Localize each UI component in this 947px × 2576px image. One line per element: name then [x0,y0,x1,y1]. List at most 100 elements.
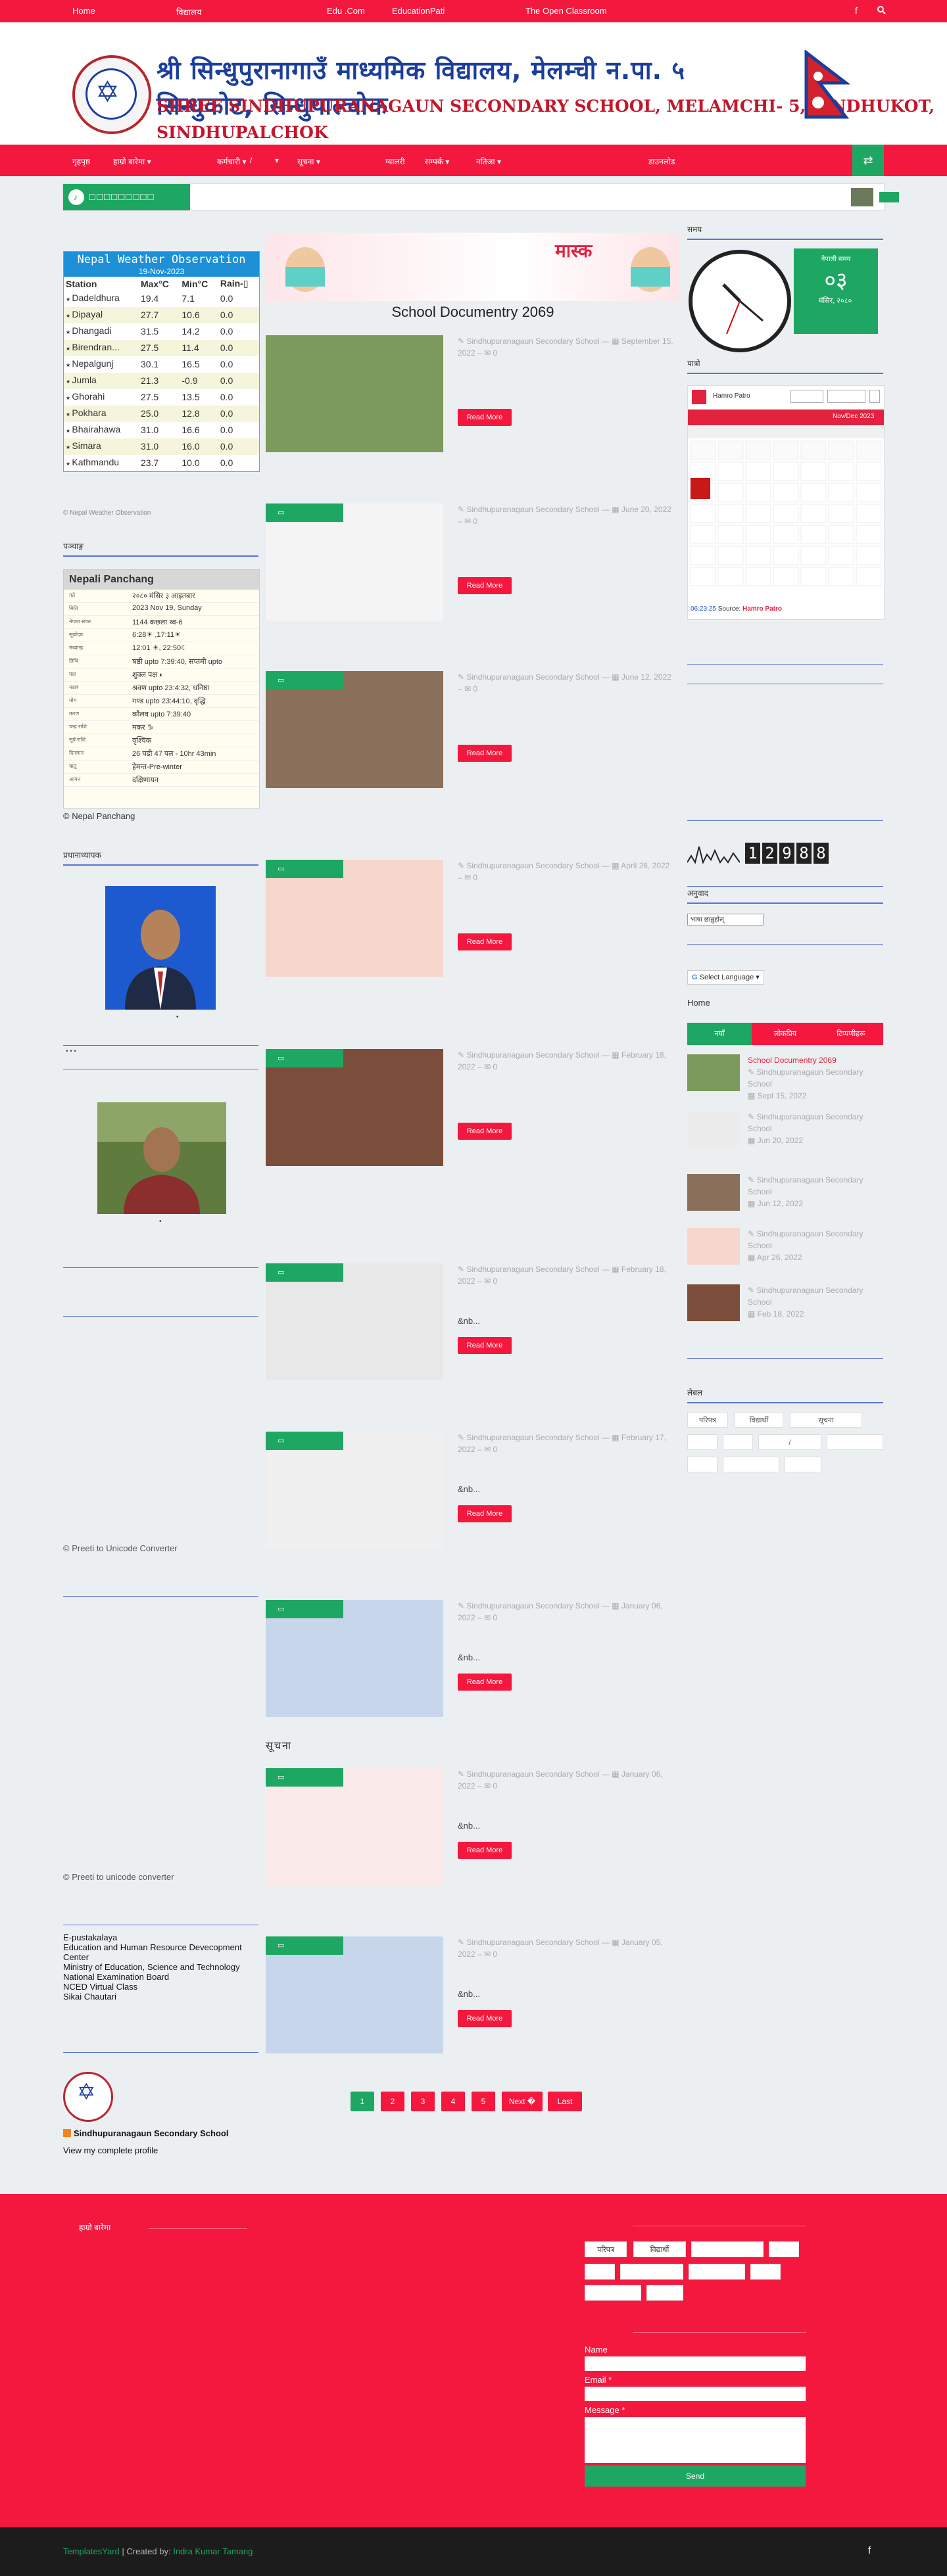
facebook-icon[interactable]: f [855,5,858,16]
footer-label-tag[interactable] [585,2264,615,2280]
facebook-icon[interactable]: f [868,2545,871,2556]
search-icon[interactable] [877,5,886,16]
post-category-tag[interactable]: ▭ [266,1049,343,1067]
post-category-tag[interactable]: ▭ [266,860,343,878]
weather-credit[interactable]: © Nepal Weather Observation [63,509,151,517]
author-link[interactable]: Indra Kumar Tamang [173,2546,253,2556]
main-heading[interactable]: School Documentry 2069 [266,304,680,321]
top-link-school[interactable]: विद्यालय [176,6,202,18]
label-tag[interactable]: परिपत्र [687,1412,728,1428]
page-button[interactable]: 2 [381,2092,404,2111]
post-comments[interactable]: 0 [493,1062,497,1071]
footer-label-tag[interactable] [769,2241,799,2257]
footer-label-tag[interactable] [585,2285,641,2301]
nav-slash[interactable]: / [250,156,252,165]
label-tag[interactable] [827,1434,883,1450]
label-tag[interactable] [687,1457,717,1472]
post-comments[interactable]: 0 [493,1276,497,1286]
page-button[interactable]: 3 [411,2092,435,2111]
calendar-brand[interactable]: Hamro Patro [713,392,750,400]
post-thumbnail[interactable] [266,335,443,452]
post-author[interactable]: Sindhupuranagaun Secondary School [466,672,599,682]
post-comments[interactable]: 0 [473,873,477,882]
templatesyard-link[interactable]: TemplatesYard [63,2546,120,2556]
read-more-button[interactable]: Read More [458,933,512,950]
nav-about[interactable]: हाम्रो बारेमा ▾ [113,156,151,167]
link-epustakalaya[interactable]: E-pustakalaya [63,1932,260,1942]
post-author[interactable]: Sindhupuranagaun Secondary School [466,1938,599,1947]
top-link-educationpati[interactable]: EducationPati [392,6,445,16]
post-comments[interactable]: 0 [493,1613,497,1622]
email-input[interactable] [585,2387,806,2401]
link-neb[interactable]: National Examination Board [63,1972,260,1982]
nav-notice[interactable]: सूचना ▾ [297,156,320,167]
year-select[interactable] [790,390,823,403]
read-more-button[interactable]: Read More [458,409,512,426]
post-author[interactable]: Sindhupuranagaun Secondary School [466,1050,599,1060]
calendar-go-button[interactable] [869,390,880,403]
post-category-tag[interactable]: ▭ [266,1263,343,1282]
converter-credit-1[interactable]: © Preeti to Unicode Converter [63,1543,178,1553]
footer-label-tag[interactable]: विद्यार्थी [633,2241,686,2257]
read-more-button[interactable]: Read More [458,1337,512,1354]
school-logo[interactable]: ✡ [72,55,151,134]
post-comments[interactable]: 0 [473,684,477,693]
nav-contact[interactable]: सम्पर्क ▾ [425,156,449,167]
recent-post-thumbnail[interactable] [687,1054,740,1091]
post-comments[interactable]: 0 [493,1781,497,1791]
post-author[interactable]: Sindhupuranagaun Secondary School [466,1265,599,1274]
label-tag[interactable]: सूचना [790,1412,862,1428]
page-button[interactable]: Last [548,2092,582,2111]
converter-credit-2[interactable]: © Preeti to unicode converter [63,1872,174,1882]
recent-post-author[interactable]: ✎ Sindhupuranagaun Secondary School [748,1111,879,1135]
send-button[interactable]: Send [585,2466,806,2487]
name-input[interactable] [585,2356,806,2371]
label-tag[interactable] [723,1457,779,1472]
home-link[interactable]: Home [687,998,710,1008]
ticker-control-button[interactable] [879,192,899,202]
recent-post-author[interactable]: ✎ Sindhupuranagaun Secondary School [748,1284,879,1308]
post-author[interactable]: Sindhupuranagaun Secondary School [466,337,599,346]
page-button[interactable]: 4 [441,2092,465,2111]
label-tag[interactable] [723,1434,753,1450]
post-category-tag[interactable]: ▭ [266,671,343,690]
panchang-credit[interactable]: © Nepal Panchang [63,811,135,821]
footer-label-tag[interactable] [689,2264,745,2280]
recent-post-title[interactable]: School Documentry 2069 [748,1054,879,1066]
message-textarea[interactable] [585,2417,806,2463]
link-ehrdc[interactable]: Education and Human Resource Devecopment… [63,1942,260,1962]
shuffle-icon[interactable]: ⇄ [852,145,884,176]
page-button[interactable]: Next � [502,2092,543,2111]
read-more-button[interactable]: Read More [458,1842,512,1859]
mask-banner[interactable]: मास्क [266,233,680,301]
recent-post-author[interactable]: ✎ Sindhupuranagaun Secondary School [748,1066,879,1090]
post-category-tag[interactable]: ▭ [266,503,343,522]
link-moest[interactable]: Ministry of Education, Science and Techn… [63,1962,260,1972]
month-select[interactable] [827,390,865,403]
recent-post-thumbnail[interactable] [687,1174,740,1211]
label-tag[interactable] [687,1434,717,1450]
recent-post-thumbnail[interactable] [687,1228,740,1265]
page-button[interactable]: 5 [472,2092,495,2111]
nav-gallery[interactable]: ग्यालरी [385,156,405,167]
footer-label-tag[interactable] [691,2241,764,2257]
nav-results[interactable]: नतिजा ▾ [476,156,501,167]
recent-post-thumbnail[interactable] [687,1111,740,1148]
link-nced[interactable]: NCED Virtual Class [63,1982,260,1992]
post-author[interactable]: Sindhupuranagaun Secondary School [466,861,599,870]
read-more-button[interactable]: Read More [458,745,512,762]
read-more-button[interactable]: Read More [458,2010,512,2027]
top-link-educom[interactable]: Edu .Com [327,6,365,16]
post-comments[interactable]: 0 [473,517,477,526]
nav-home[interactable]: गृहपृष्ठ [72,156,90,167]
tab-recent[interactable]: नयाँ [687,1023,752,1045]
read-more-button[interactable]: Read More [458,1505,512,1522]
post-author[interactable]: Sindhupuranagaun Secondary School [466,1601,599,1610]
nav-dropdown[interactable]: ▾ [275,156,279,165]
recent-post-thumbnail[interactable] [687,1284,740,1321]
recent-post-author[interactable]: ✎ Sindhupuranagaun Secondary School [748,1174,879,1198]
footer-label-tag[interactable] [620,2264,683,2280]
label-tag[interactable]: विद्यार्थी [735,1412,783,1428]
tab-popular[interactable]: लोकप्रिय [753,1023,817,1045]
post-comments[interactable]: 0 [493,1950,497,1959]
